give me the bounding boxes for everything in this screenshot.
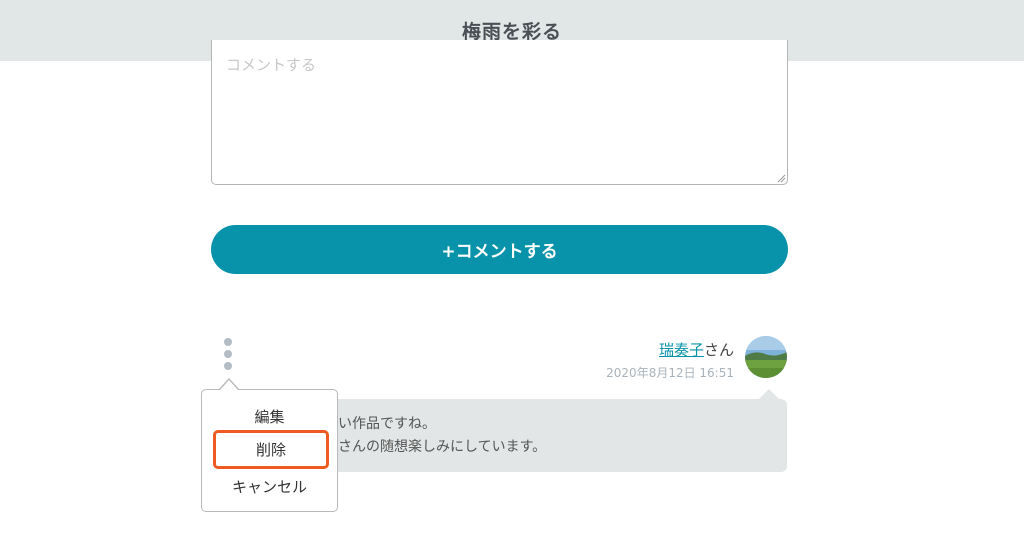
comment-text-line: さんの随想楽しみにしています。 (338, 439, 547, 455)
avatar[interactable] (745, 336, 787, 378)
author-link[interactable]: 瑞奏子 (659, 341, 704, 359)
comment-options-icon[interactable] (219, 336, 237, 372)
avatar-landscape-icon (745, 336, 787, 378)
menu-arrow-fill (220, 380, 238, 390)
submit-comment-button[interactable]: +コメントする (211, 225, 788, 274)
author-suffix: さん (703, 341, 734, 359)
menu-item-delete[interactable]: 削除 (213, 430, 329, 469)
menu-item-edit[interactable]: 編集 (202, 406, 337, 427)
resize-grip-icon[interactable] (777, 174, 786, 183)
comment-timestamp: 2020年8月12日 16:51 (606, 366, 734, 380)
comment-options-menu: 編集 削除 キャンセル (201, 389, 338, 512)
menu-item-cancel[interactable]: キャンセル (202, 476, 337, 497)
comment-input[interactable] (211, 40, 788, 185)
comment-text-line: い作品ですね。 (338, 416, 436, 432)
comment-author: 瑞奏子さん (659, 339, 734, 360)
